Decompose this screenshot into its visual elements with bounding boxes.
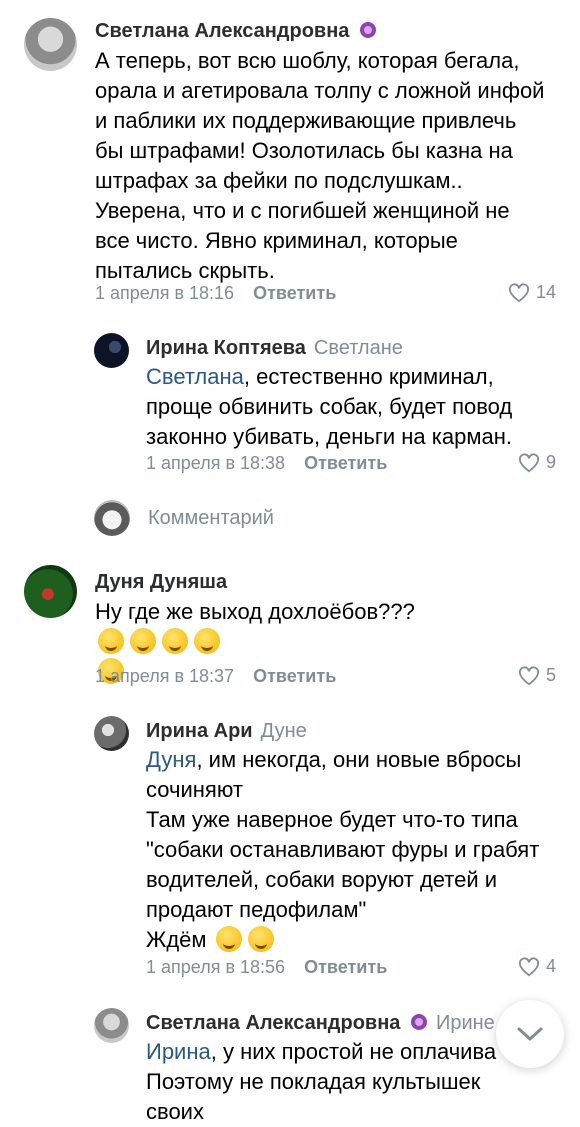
- comment-text: Светлана, естественно криминал, проще об…: [146, 362, 536, 452]
- comment-date: 1 апреля в 18:38: [146, 453, 286, 473]
- comment-body: Ну где же выход дохлоёбов???: [95, 599, 415, 624]
- comment-text: Ирина, у них простой не оплачива Поэтому…: [146, 1037, 536, 1127]
- heart-icon: [518, 452, 539, 472]
- comment-date: 1 апреля в 18:56: [146, 957, 286, 977]
- rofl-emoji-icon: [98, 628, 124, 654]
- heart-icon: [518, 665, 539, 685]
- mention-link[interactable]: Дуня: [146, 747, 196, 772]
- comment-text: Дуня, им некогда, они новые вбросы сочин…: [146, 745, 556, 955]
- purple-badge-icon: [359, 22, 376, 38]
- comment-input[interactable]: Комментарий: [148, 507, 274, 530]
- comment-author[interactable]: Светлана Александровна Ирине: [146, 1012, 495, 1035]
- like-button[interactable]: 4: [518, 956, 556, 977]
- like-count: 9: [545, 452, 556, 472]
- avatar-dunya[interactable]: [24, 565, 77, 618]
- reply-button[interactable]: Ответить: [304, 957, 387, 977]
- author-name[interactable]: Ирина Ари: [146, 720, 253, 742]
- author-name[interactable]: Светлана Александровна: [95, 20, 349, 42]
- comment-date: 1 апреля в 18:16: [95, 283, 235, 303]
- comment-body-cut: Поэтому не покладая культышек своих: [146, 1069, 481, 1124]
- reply-to[interactable]: Дуне: [261, 720, 307, 742]
- comment-meta: 1 апреля в 18:37 Ответить: [95, 666, 336, 687]
- reply-to[interactable]: Светлане: [314, 337, 403, 359]
- comment-text: А теперь, вот всю шоблу, которая бегала,…: [95, 48, 545, 283]
- rofl-emoji-icon: [194, 628, 220, 654]
- comment-meta: 1 апреля в 18:38 Ответить: [146, 453, 387, 474]
- comment-meta: 1 апреля в 18:16 Ответить: [95, 283, 336, 304]
- reply-button[interactable]: Ответить: [253, 283, 336, 303]
- like-count: 4: [545, 956, 556, 976]
- mention-link[interactable]: Светлана: [146, 364, 244, 389]
- like-button[interactable]: 9: [518, 452, 556, 473]
- mention-link[interactable]: Ирина: [146, 1039, 211, 1064]
- comment-body-end: Ждём: [146, 927, 207, 952]
- thinking-emoji-icon: [215, 926, 242, 952]
- reply-to[interactable]: Ирине: [436, 1012, 495, 1034]
- heart-icon: [518, 956, 539, 976]
- reply-button[interactable]: Ответить: [304, 453, 387, 473]
- avatar-svetlana[interactable]: [24, 18, 77, 71]
- scroll-down-button[interactable]: [496, 1000, 564, 1068]
- author-name[interactable]: Светлана Александровна: [146, 1012, 400, 1034]
- like-button[interactable]: 14: [508, 282, 556, 303]
- grin-emoji-icon: [247, 926, 274, 952]
- purple-badge-icon: [410, 1014, 427, 1030]
- comment-author[interactable]: Ирина Коптяева Светлане: [146, 337, 403, 360]
- like-count: 5: [545, 665, 556, 685]
- avatar-svetlana[interactable]: [94, 1008, 129, 1043]
- avatar-irina-ari[interactable]: [94, 716, 129, 751]
- chevron-down-icon: [517, 1027, 543, 1041]
- comment-body: , у них простой не оплачива: [210, 1039, 497, 1064]
- comment-date: 1 апреля в 18:37: [95, 666, 235, 686]
- comment-body-rest: Там уже наверное будет что-то типа "соба…: [146, 807, 540, 922]
- comment-body: , им некогда, они новые вбросы сочиняют: [146, 747, 522, 802]
- rofl-emoji-icon: [162, 628, 188, 654]
- heart-icon: [508, 282, 529, 302]
- comment-author[interactable]: Ирина Ари Дуне: [146, 720, 307, 743]
- composer-avatar: [94, 500, 130, 536]
- avatar-irina-koptyaeva[interactable]: [94, 333, 129, 368]
- like-button[interactable]: 5: [518, 665, 556, 686]
- rofl-emoji-icon: [130, 628, 156, 654]
- reply-button[interactable]: Ответить: [253, 666, 336, 686]
- comment-author[interactable]: Дуня Дуняша: [95, 571, 227, 594]
- author-name[interactable]: Ирина Коптяева: [146, 337, 306, 359]
- like-count: 14: [535, 282, 556, 302]
- comment-meta: 1 апреля в 18:56 Ответить: [146, 957, 387, 978]
- comment-author[interactable]: Светлана Александровна: [95, 20, 377, 43]
